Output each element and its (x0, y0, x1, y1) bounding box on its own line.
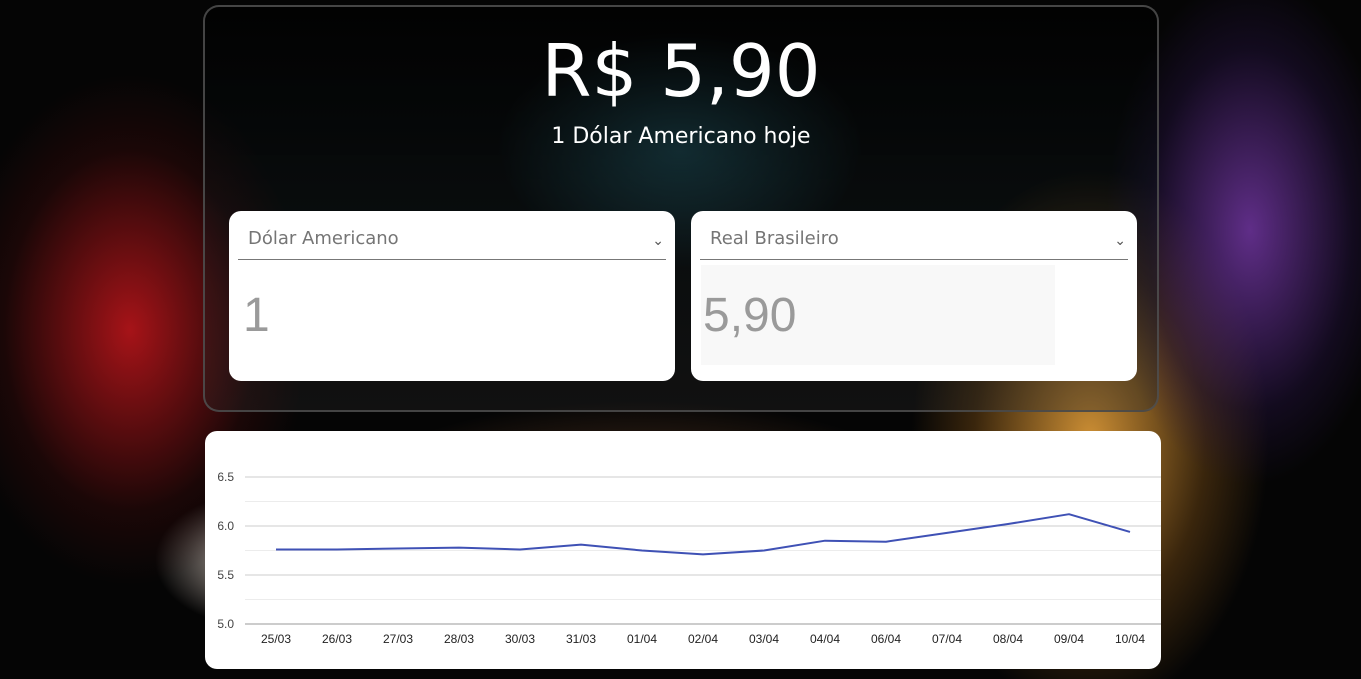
to-currency-label: Real Brasileiro (710, 227, 839, 249)
x-tick-label: 02/04 (688, 632, 718, 646)
y-tick-label: 5.5 (217, 568, 234, 582)
x-tick-label: 28/03 (444, 632, 474, 646)
x-tick-label: 03/04 (749, 632, 779, 646)
to-currency-select[interactable]: Real Brasileiro ⌄ (700, 217, 1128, 260)
y-tick-label: 6.0 (217, 519, 234, 533)
from-currency-label: Dólar Americano (248, 227, 399, 249)
x-tick-label: 06/04 (871, 632, 901, 646)
x-tick-label: 10/04 (1115, 632, 1145, 646)
x-tick-label: 09/04 (1054, 632, 1084, 646)
to-currency-card: Real Brasileiro ⌄ 5,90 (691, 211, 1137, 381)
chevron-down-icon: ⌄ (1114, 233, 1126, 249)
x-tick-label: 30/03 (505, 632, 535, 646)
x-tick-label: 01/04 (627, 632, 657, 646)
from-currency-select[interactable]: Dólar Americano ⌄ (238, 217, 666, 260)
chevron-down-icon: ⌄ (652, 233, 664, 249)
from-amount-input[interactable]: 1 (241, 265, 591, 365)
x-tick-label: 26/03 (322, 632, 352, 646)
x-tick-label: 27/03 (383, 632, 413, 646)
from-currency-card: Dólar Americano ⌄ 1 (229, 211, 675, 381)
to-amount-output: 5,90 (701, 265, 1055, 365)
x-tick-label: 04/04 (810, 632, 840, 646)
x-tick-label: 07/04 (932, 632, 962, 646)
rate-history-chart-svg: 6.5 6.0 5.5 5.0 25/03 26/03 27/03 28/03 30/03 31/… (217, 470, 1161, 646)
y-tick-label: 5.0 (217, 617, 234, 631)
exchange-rate-panel: R$ 5,90 1 Dólar Americano hoje Dólar Ame… (203, 5, 1159, 412)
x-tick-label: 31/03 (566, 632, 596, 646)
exchange-rate-caption: 1 Dólar Americano hoje (551, 124, 811, 149)
exchange-rate-value: R$ 5,90 (541, 29, 821, 113)
series-line (276, 513, 1131, 556)
y-tick-label: 6.5 (217, 470, 234, 484)
x-tick-label: 25/03 (261, 632, 291, 646)
rate-history-chart: 6.5 6.0 5.5 5.0 25/03 26/03 27/03 28/03 30/03 31/… (205, 431, 1161, 669)
x-tick-label: 08/04 (993, 632, 1023, 646)
